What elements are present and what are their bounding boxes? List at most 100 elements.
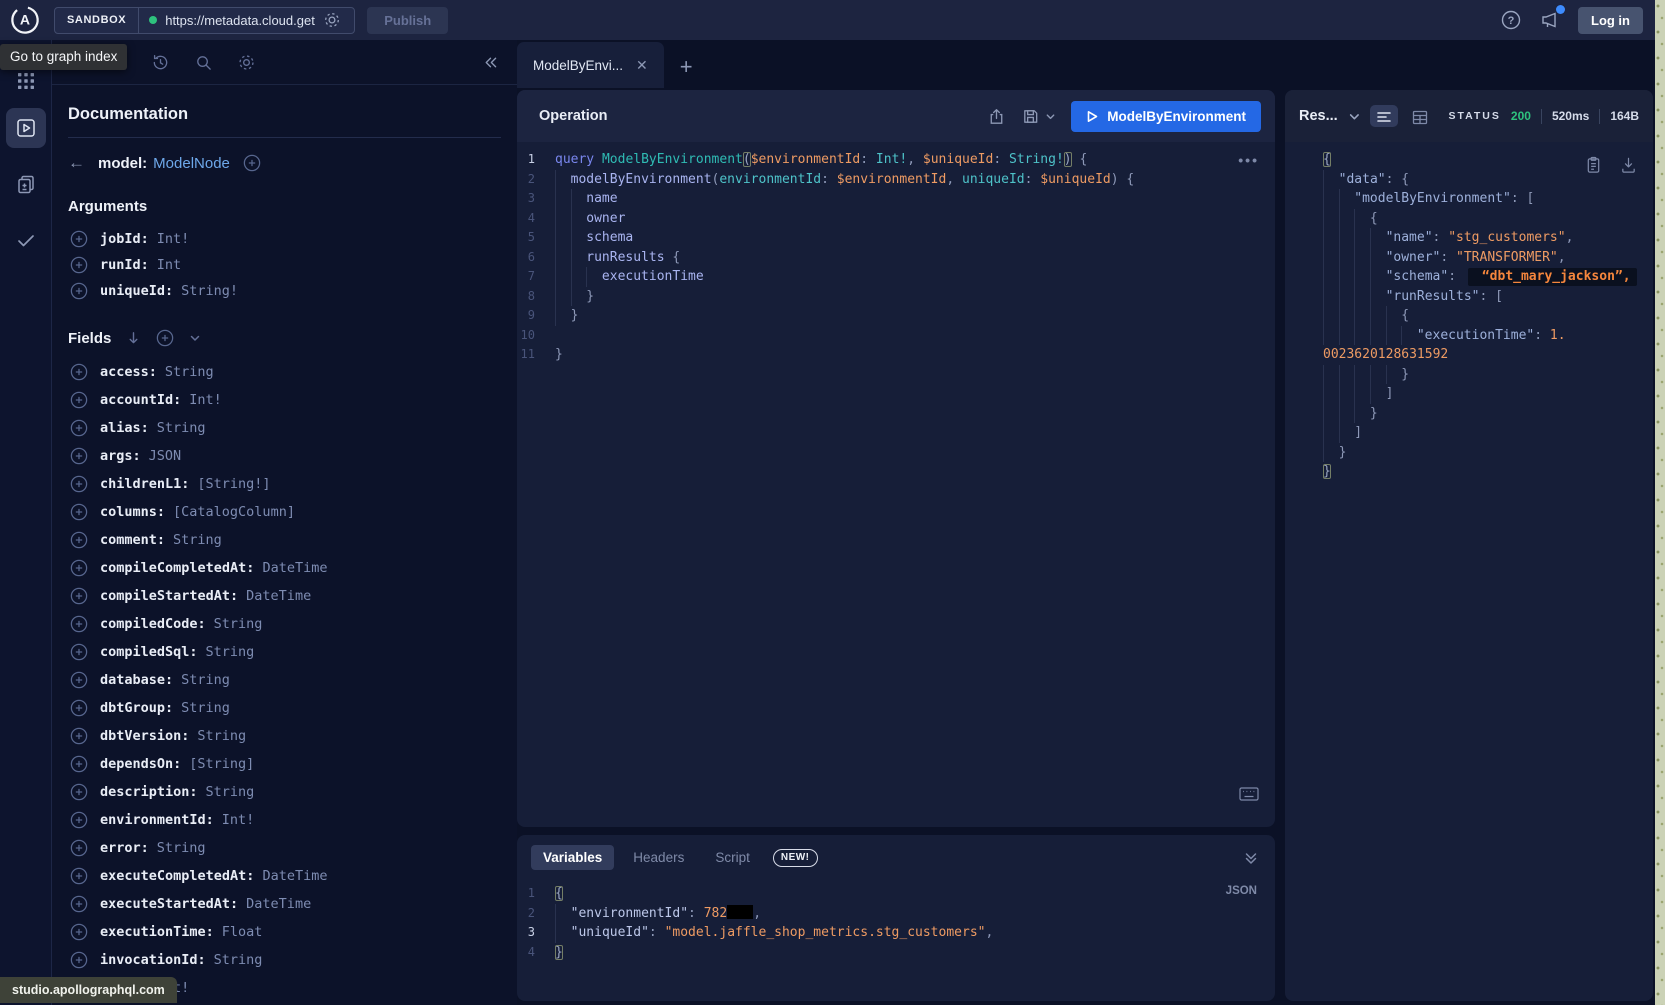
operation-collections-nav-button[interactable] (6, 164, 46, 204)
publish-button[interactable]: Publish (367, 7, 448, 34)
run-operation-button[interactable]: ModelByEnvironment (1071, 101, 1261, 132)
apollo-logo[interactable]: A (10, 5, 40, 35)
field-name: accountId: (100, 392, 181, 408)
add-to-query-icon[interactable] (70, 391, 88, 409)
field-row[interactable]: executeCompletedAt:DateTime (68, 862, 501, 890)
add-to-query-icon[interactable] (70, 671, 88, 689)
field-row[interactable]: executionTime:Float (68, 918, 501, 946)
field-row[interactable]: dependsOn:[String] (68, 750, 501, 778)
field-row[interactable]: compileCompletedAt:DateTime (68, 554, 501, 582)
status-label: STATUS (1448, 110, 1500, 122)
endpoint-control[interactable]: SANDBOX https://metadata.cloud.get (54, 7, 355, 34)
add-to-query-icon[interactable] (70, 643, 88, 661)
add-to-query-icon[interactable] (70, 727, 88, 745)
add-to-query-icon[interactable] (70, 447, 88, 465)
field-type: String (157, 420, 206, 436)
add-to-query-icon[interactable] (70, 363, 88, 381)
field-row[interactable]: alias:String (68, 414, 501, 442)
endpoint-settings-gear-icon[interactable] (323, 11, 341, 29)
explorer-nav-button[interactable] (6, 108, 46, 148)
endpoint-url-field[interactable]: https://metadata.cloud.get (139, 8, 354, 33)
field-row[interactable]: runId:Int (68, 252, 501, 278)
add-to-query-icon[interactable] (70, 559, 88, 577)
download-response-icon[interactable] (1620, 156, 1637, 174)
response-time: 520ms (1552, 109, 1589, 123)
field-type: String (214, 952, 263, 968)
announcements-button[interactable] (1539, 9, 1561, 31)
field-row[interactable]: columns:[CatalogColumn] (68, 498, 501, 526)
settings-gear-icon[interactable] (237, 53, 256, 72)
field-row[interactable]: access:String (68, 358, 501, 386)
add-to-query-icon[interactable] (70, 256, 88, 274)
add-to-query-icon[interactable] (70, 951, 88, 969)
add-to-query-icon[interactable] (70, 587, 88, 605)
divider (1599, 109, 1600, 124)
add-to-query-icon[interactable] (70, 615, 88, 633)
chevron-down-icon[interactable] (189, 332, 201, 344)
field-row[interactable]: accountId:Int! (68, 386, 501, 414)
add-to-query-icon[interactable] (70, 419, 88, 437)
field-row[interactable]: executeStartedAt:DateTime (68, 890, 501, 918)
field-row[interactable]: compiledSql:String (68, 638, 501, 666)
sort-fields-icon[interactable] (126, 330, 141, 346)
field-row[interactable]: compiledCode:String (68, 610, 501, 638)
add-to-query-icon[interactable] (70, 755, 88, 773)
breadcrumb-type-link[interactable]: ModelNode (153, 155, 230, 172)
tab-script[interactable]: Script (703, 845, 762, 870)
field-row[interactable]: comment:String (68, 526, 501, 554)
save-options-chevron-icon[interactable] (1045, 111, 1056, 122)
back-arrow-icon[interactable]: ← (68, 153, 85, 173)
save-operation-button[interactable] (1021, 107, 1056, 126)
login-button[interactable]: Log in (1578, 7, 1643, 34)
field-row[interactable]: error:String (68, 834, 501, 862)
keyboard-shortcuts-icon[interactable] (1239, 787, 1259, 801)
help-icon[interactable]: ? (1500, 9, 1522, 31)
add-type-icon[interactable] (243, 154, 261, 172)
field-type: DateTime (262, 868, 327, 884)
field-row[interactable]: description:String (68, 778, 501, 806)
tab-headers[interactable]: Headers (621, 845, 696, 870)
tab-variables[interactable]: Variables (531, 845, 614, 870)
add-to-query-icon[interactable] (70, 475, 88, 493)
field-row[interactable]: jobId:Int! (68, 226, 501, 252)
add-to-query-icon[interactable] (70, 811, 88, 829)
add-to-query-icon[interactable] (70, 230, 88, 248)
field-row[interactable]: environmentId:Int! (68, 806, 501, 834)
table-view-button[interactable] (1408, 105, 1432, 128)
add-all-fields-icon[interactable] (156, 329, 174, 347)
field-row[interactable]: dbtVersion:String (68, 722, 501, 750)
add-to-query-icon[interactable] (70, 699, 88, 717)
add-to-query-icon[interactable] (70, 839, 88, 857)
field-row[interactable]: childrenL1:[String!] (68, 470, 501, 498)
field-row[interactable]: invocationId:String (68, 946, 501, 974)
add-to-query-icon[interactable] (70, 867, 88, 885)
collapse-panel-icon[interactable] (482, 54, 499, 71)
add-to-query-icon[interactable] (70, 783, 88, 801)
add-to-query-icon[interactable] (70, 531, 88, 549)
variables-editor[interactable]: 1{2"environmentId": 782,3"uniqueId": "mo… (517, 870, 1275, 962)
editor-menu-icon[interactable]: ••• (1238, 152, 1259, 168)
pretty-json-view-button[interactable] (1370, 105, 1398, 127)
field-row[interactable]: uniqueId:String! (68, 278, 501, 304)
collapse-variables-icon[interactable] (1243, 850, 1259, 866)
add-to-query-icon[interactable] (70, 923, 88, 941)
add-to-query-icon[interactable] (70, 282, 88, 300)
add-to-query-icon[interactable] (70, 895, 88, 913)
response-dropdown-chevron-icon[interactable] (1348, 110, 1361, 123)
search-icon[interactable] (194, 53, 213, 72)
graph-index-icon[interactable] (15, 70, 37, 92)
field-row[interactable]: database:String (68, 666, 501, 694)
history-icon[interactable] (151, 53, 170, 72)
field-row[interactable]: dbtGroup:String (68, 694, 501, 722)
add-to-query-icon[interactable] (70, 503, 88, 521)
field-row[interactable]: compileStartedAt:DateTime (68, 582, 501, 610)
response-viewer[interactable]: {"data": {"modelByEnvironment": [{"name"… (1285, 142, 1653, 482)
close-tab-icon[interactable]: ✕ (636, 57, 648, 74)
new-tab-button[interactable]: + (680, 56, 693, 88)
field-row[interactable]: args:JSON (68, 442, 501, 470)
checks-nav-button[interactable] (6, 220, 46, 260)
share-operation-icon[interactable] (987, 107, 1006, 126)
tab-modelbyenvironment[interactable]: ModelByEnvi... ✕ (517, 42, 664, 88)
copy-response-icon[interactable] (1585, 156, 1602, 174)
operation-editor[interactable]: 1query ModelByEnvironment($environmentId… (517, 142, 1275, 365)
